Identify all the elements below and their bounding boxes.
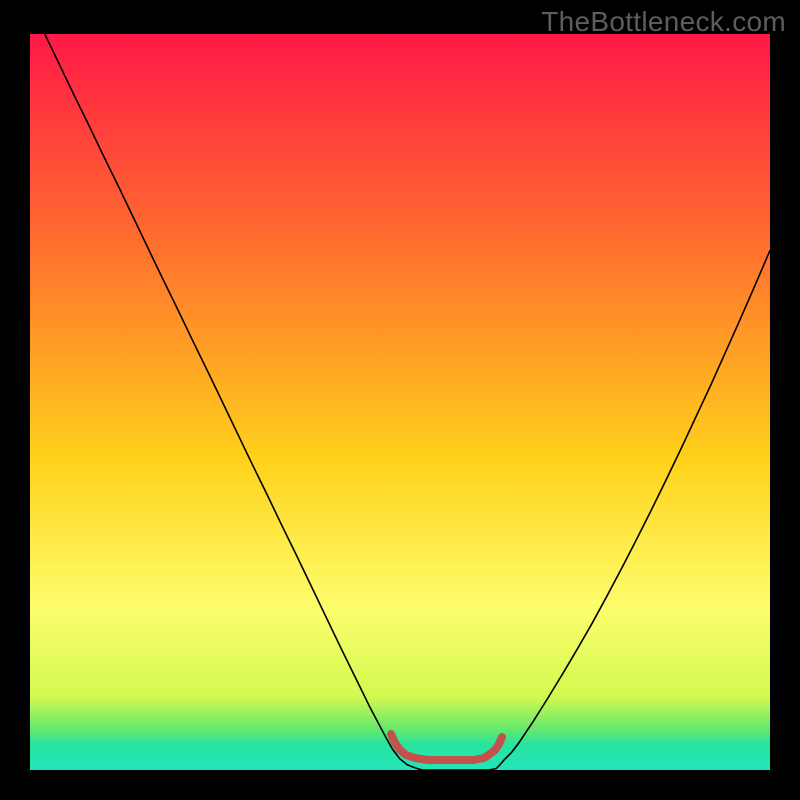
watermark-text: TheBottleneck.com <box>541 6 786 38</box>
plot-background <box>30 34 770 770</box>
chart-frame: { "watermark": "TheBottleneck.com", "cha… <box>0 0 800 800</box>
chart-svg <box>0 0 800 800</box>
